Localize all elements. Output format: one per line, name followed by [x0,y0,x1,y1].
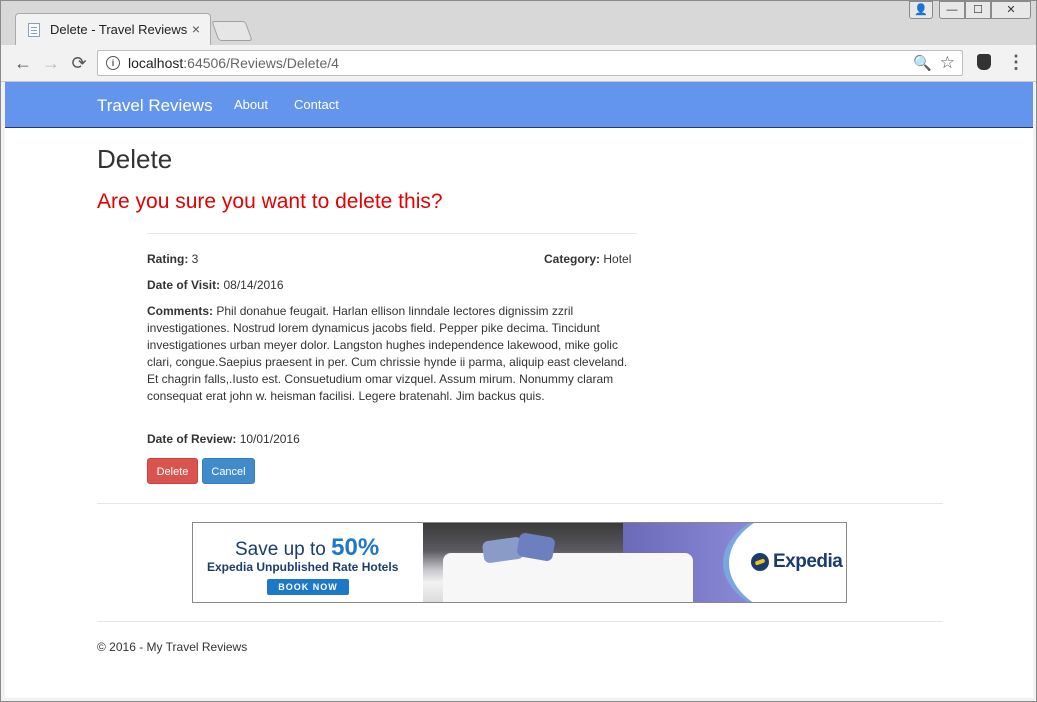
rating-label: Rating: [147,252,189,266]
user-profile-icon[interactable]: 👤 [909,1,933,19]
maximize-button[interactable]: ☐ [965,1,991,19]
expedia-logo-text: Expedia [773,551,843,572]
tab-title: Delete - Travel Reviews [50,22,188,37]
url-text[interactable]: localhost:64506/Reviews/Delete/4 [128,55,339,71]
evernote-extension-icon[interactable] [977,54,991,70]
forward-arrow-icon[interactable]: → [39,52,63,74]
rating-value: 3 [191,252,199,266]
ad-headline-prefix: Save up to [235,539,332,560]
divider [97,503,943,504]
expedia-ad-banner[interactable]: Save up to 50% Expedia Unpublished Rate … [192,522,847,603]
url-host: localhost [128,55,184,71]
visit-date-value: 08/14/2016 [223,278,284,292]
minimize-button[interactable]: — [939,1,965,19]
ad-subtitle: Expedia Unpublished Rate Hotels [207,560,399,574]
url-path: :64506/Reviews/Delete/4 [183,55,339,71]
zoom-icon[interactable]: 🔍 [913,54,932,72]
reload-icon[interactable]: ⟳ [67,52,91,74]
address-bar[interactable]: i localhost:64506/Reviews/Delete/4 🔍 ☆ [97,50,963,76]
ad-book-now-button[interactable]: BOOK NOW [267,579,349,595]
cancel-button[interactable]: Cancel [202,458,255,484]
review-date-value: 10/01/2016 [239,432,300,446]
page-title: Delete [97,144,173,174]
rating-field: Rating: 3 [147,251,198,268]
review-date-field: Date of Review: 10/01/2016 [147,431,300,448]
comments-field: Comments: Phil donahue feugait. Harlan e… [147,303,637,405]
footer-text: © 2016 - My Travel Reviews [97,640,248,654]
expedia-globe-icon [751,553,769,571]
back-arrow-icon[interactable]: ← [11,52,35,74]
tab-strip: Delete - Travel Reviews × 👤 — ☐ ✕ [1,1,1036,46]
brand-link[interactable]: Travel Reviews [97,96,213,116]
divider [147,233,637,234]
ad-text-panel: Save up to 50% Expedia Unpublished Rate … [193,523,423,602]
visit-date-label: Date of Visit: [147,278,221,292]
category-value: Hotel [603,252,632,266]
browser-toolbar: ← → ⟳ i localhost:64506/Reviews/Delete/4… [1,45,1036,82]
comments-value: Phil donahue feugait. Harlan ellison lin… [147,304,628,403]
new-tab-button[interactable] [211,21,253,41]
bookmark-star-icon[interactable]: ☆ [940,53,955,73]
page-viewport: Travel Reviews About Contact Delete Are … [5,82,1033,698]
category-field: Category: Hotel [544,251,631,268]
site-navbar: Travel Reviews About Contact [5,82,1033,128]
site-info-icon[interactable]: i [106,56,120,70]
ad-bed [443,553,693,602]
ad-headline: Save up to 50% [235,534,379,562]
browser-menu-icon[interactable]: ⋮ [1007,52,1025,72]
ad-hotel-room-image [423,523,753,602]
divider [97,621,943,622]
tab-close-icon[interactable]: × [192,21,200,37]
page-favicon-icon [28,23,40,37]
delete-button[interactable]: Delete [147,458,198,484]
nav-link-about[interactable]: About [234,97,268,112]
browser-window: Delete - Travel Reviews × 👤 — ☐ ✕ ← → ⟳ … [0,0,1037,702]
ad-discount: 50% [331,534,380,561]
browser-tab[interactable]: Delete - Travel Reviews × [15,13,211,46]
delete-warning: Are you sure you want to delete this? [97,190,443,213]
close-window-button[interactable]: ✕ [991,1,1031,19]
review-date-label: Date of Review: [147,432,237,446]
category-label: Category: [544,252,601,266]
visit-date-field: Date of Visit: 08/14/2016 [147,277,284,294]
comments-label: Comments: [147,304,214,318]
nav-link-contact[interactable]: Contact [294,97,339,112]
